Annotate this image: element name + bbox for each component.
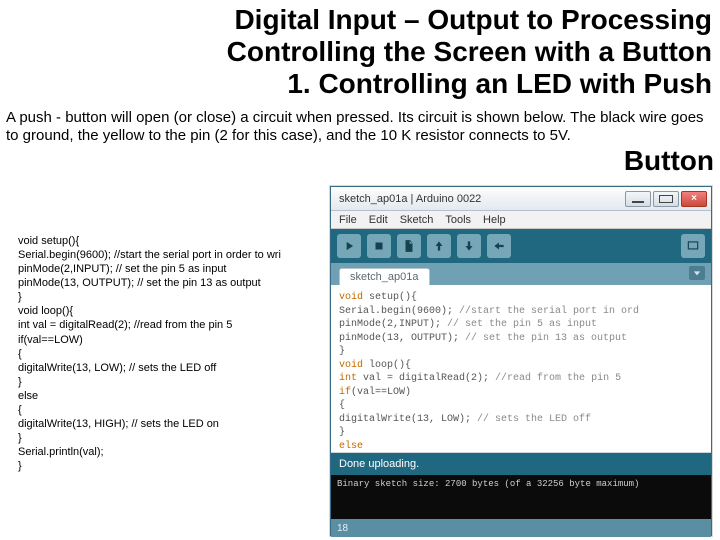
code-editor[interactable]: void setup(){ Serial.begin(9600); //star… — [331, 285, 711, 453]
close-button[interactable]: × — [681, 191, 707, 207]
status-bar: Done uploading. — [331, 453, 711, 475]
new-icon[interactable] — [397, 234, 421, 258]
menu-help[interactable]: Help — [483, 214, 506, 226]
floating-word-button: Button — [624, 145, 714, 177]
menu-tools[interactable]: Tools — [445, 214, 471, 226]
code-listing: void setup(){ Serial.begin(9600); //star… — [18, 234, 338, 473]
slide-page: Digital Input – Output to Processing Con… — [0, 0, 720, 540]
save-icon[interactable] — [457, 234, 481, 258]
menu-file[interactable]: File — [339, 214, 357, 226]
verify-icon[interactable] — [337, 234, 361, 258]
intro-paragraph: A push - button will open (or close) a c… — [0, 101, 720, 147]
stop-icon[interactable] — [367, 234, 391, 258]
toolbar — [331, 229, 711, 263]
minimize-button[interactable] — [625, 191, 651, 207]
menu-sketch[interactable]: Sketch — [400, 214, 434, 226]
footer-bar: 18 — [331, 519, 711, 537]
serial-monitor-icon[interactable] — [681, 234, 705, 258]
menu-edit[interactable]: Edit — [369, 214, 388, 226]
maximize-button[interactable] — [653, 191, 679, 207]
console-output: Binary sketch size: 2700 bytes (of a 322… — [331, 475, 711, 519]
upload-icon[interactable] — [487, 234, 511, 258]
title-line-3: 1. Controlling an LED with Push — [24, 68, 712, 100]
tab-row: sketch_ap01a — [331, 263, 711, 285]
title-line-2: Controlling the Screen with a Button — [24, 36, 712, 68]
window-titlebar[interactable]: sketch_ap01a | Arduino 0022 × — [331, 187, 711, 211]
menu-bar: File Edit Sketch Tools Help — [331, 211, 711, 229]
open-icon[interactable] — [427, 234, 451, 258]
window-title: sketch_ap01a | Arduino 0022 — [335, 193, 623, 205]
arduino-ide-window: sketch_ap01a | Arduino 0022 × File Edit … — [330, 186, 712, 536]
title-line-1: Digital Input – Output to Processing — [24, 4, 712, 36]
title-block: Digital Input – Output to Processing Con… — [0, 0, 720, 101]
sketch-tab[interactable]: sketch_ap01a — [339, 268, 430, 285]
tab-menu-icon[interactable] — [689, 266, 705, 280]
